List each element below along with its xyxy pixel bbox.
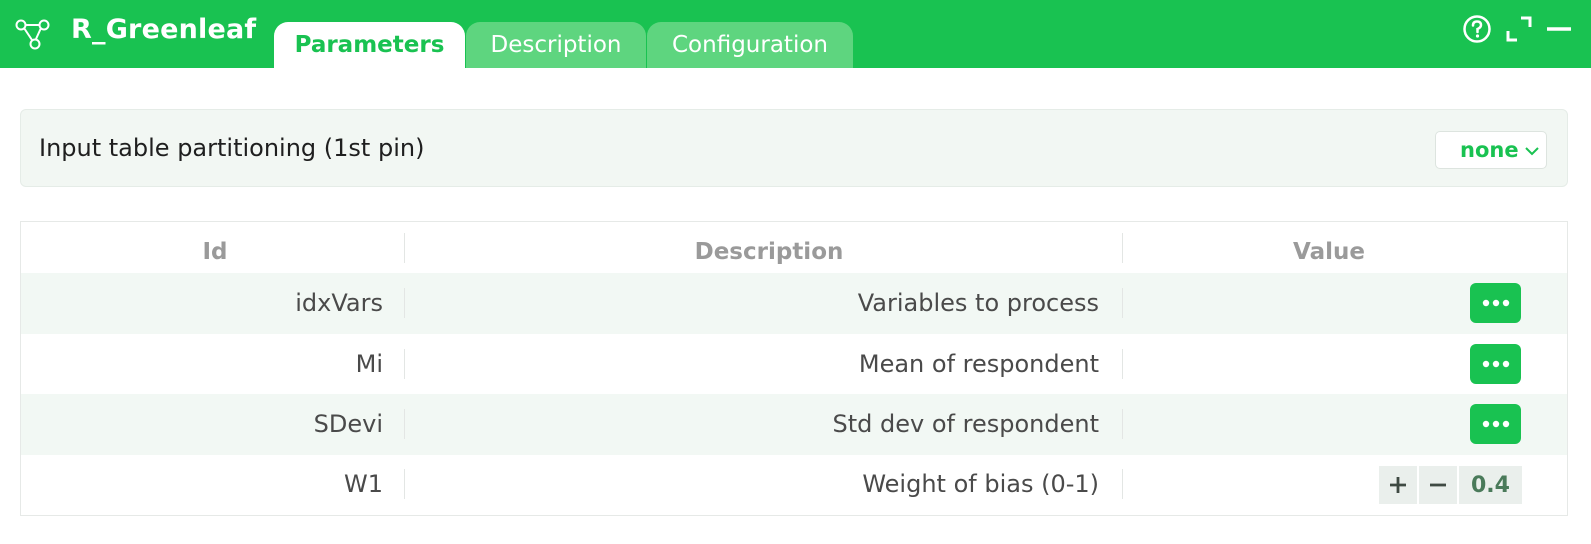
- column-divider: [1122, 409, 1123, 439]
- param-description: Variables to process: [857, 289, 1099, 317]
- param-id: idxVars: [295, 289, 383, 317]
- table-row: idxVars Variables to process: [21, 273, 1567, 334]
- param-description: Mean of respondent: [858, 350, 1099, 378]
- column-divider: [1122, 233, 1123, 263]
- tab-configuration[interactable]: Configuration: [647, 22, 853, 68]
- column-divider: [1122, 349, 1123, 379]
- partitioning-select[interactable]: none: [1435, 131, 1547, 169]
- chevron-down-icon: [1525, 147, 1539, 156]
- column-divider: [1122, 469, 1123, 499]
- more-dots-icon: [1482, 420, 1509, 428]
- param-description: Std dev of respondent: [832, 410, 1099, 438]
- column-divider: [1122, 288, 1123, 318]
- column-divider: [404, 469, 405, 499]
- weight-stepper: 0.4: [1379, 466, 1522, 504]
- minus-icon: [1430, 483, 1446, 487]
- decrement-button[interactable]: [1419, 466, 1457, 504]
- partitioning-label: Input table partitioning (1st pin): [39, 134, 425, 162]
- tab-parameters[interactable]: Parameters: [274, 22, 465, 68]
- parameters-table: Id Description Value idxVars Variables t…: [20, 221, 1568, 516]
- app-title: R_Greenleaf: [71, 14, 257, 45]
- column-divider: [404, 409, 405, 439]
- node-tree-icon: [15, 19, 50, 50]
- param-id: W1: [344, 470, 383, 498]
- help-icon[interactable]: [1462, 14, 1492, 44]
- column-header-id: Id: [202, 239, 228, 265]
- column-divider: [404, 288, 405, 318]
- more-dots-icon: [1482, 360, 1509, 368]
- column-divider: [404, 233, 405, 263]
- title-bar: R_Greenleaf Parameters Description Confi…: [0, 0, 1591, 68]
- table-row: SDevi Std dev of respondent: [21, 394, 1567, 455]
- param-id: SDevi: [313, 410, 383, 438]
- more-dots-icon: [1482, 299, 1509, 307]
- partitioning-panel: Input table partitioning (1st pin) none: [20, 109, 1568, 187]
- param-description: Weight of bias (0-1): [862, 470, 1099, 498]
- table-row: Mi Mean of respondent: [21, 334, 1567, 395]
- column-header-description: Description: [694, 239, 844, 265]
- more-button[interactable]: [1470, 344, 1521, 384]
- column-divider: [404, 349, 405, 379]
- tab-description[interactable]: Description: [466, 22, 646, 68]
- table-row: W1 Weight of bias (0-1) 0.4: [21, 454, 1567, 515]
- partitioning-value: none: [1460, 138, 1519, 162]
- column-header-value: Value: [1293, 239, 1365, 265]
- more-button[interactable]: [1470, 283, 1521, 323]
- minimize-icon[interactable]: [1545, 15, 1573, 43]
- increment-button[interactable]: [1379, 466, 1417, 504]
- plus-icon: [1390, 477, 1406, 493]
- stepper-value[interactable]: 0.4: [1459, 466, 1522, 504]
- expand-icon[interactable]: [1505, 15, 1533, 43]
- more-button[interactable]: [1470, 404, 1521, 444]
- param-id: Mi: [355, 350, 383, 378]
